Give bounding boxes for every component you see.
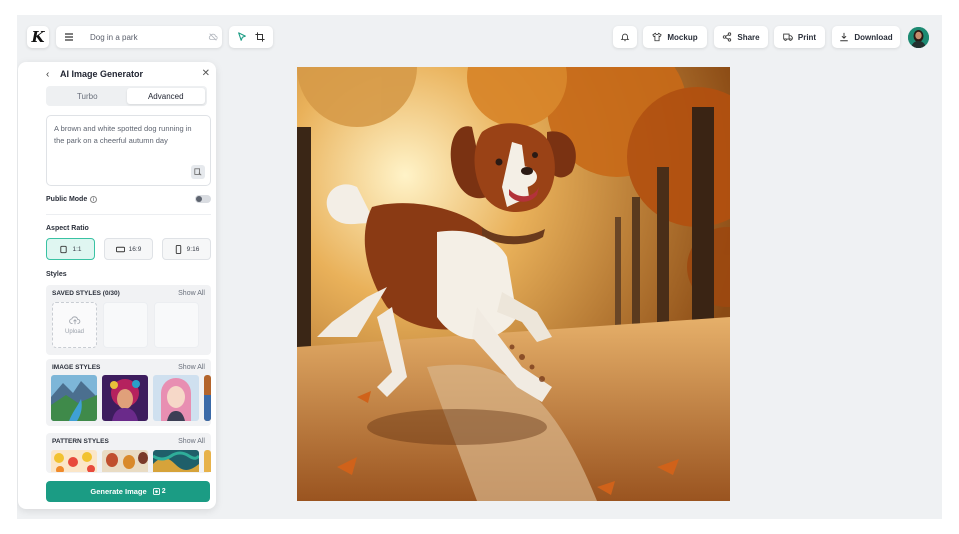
pattern-styles-title: PATTERN STYLES — [52, 438, 109, 445]
image-styles-title: IMAGE STYLES — [52, 364, 101, 371]
panel-header: ‹ AI Image Generator ✕ — [18, 62, 216, 86]
pattern-thumb-balloons[interactable] — [102, 450, 148, 472]
document-bar: Dog in a park — [56, 26, 222, 48]
enhance-prompt-icon[interactable] — [191, 165, 205, 179]
mode-tabs: Turbo Advanced — [46, 86, 207, 106]
style-slot — [154, 302, 199, 348]
print-button[interactable]: Print — [774, 26, 825, 48]
public-mode-label: Public Mode — [46, 196, 88, 203]
share-label: Share — [737, 32, 760, 42]
app-frame: K Dog in a park Mockup Share Print Downl… — [17, 15, 942, 519]
prompt-text: A brown and white spotted dog running in… — [54, 124, 192, 145]
tab-advanced[interactable]: Advanced — [126, 88, 205, 104]
image-styles-show-all[interactable]: Show All — [178, 364, 205, 371]
saved-styles-title: SAVED STYLES (0/30) — [52, 290, 120, 297]
notifications-button[interactable] — [613, 26, 637, 48]
canvas-tools — [229, 26, 273, 48]
aspect-ratio-label-16-9: 16:9 — [128, 245, 142, 253]
upload-style-button[interactable]: Upload — [52, 302, 97, 348]
aspect-ratio-1-1[interactable]: 1:1 — [46, 238, 95, 260]
upload-label: Upload — [64, 329, 84, 335]
aspect-ratio-label-1-1: 1:1 — [72, 245, 82, 253]
credits-icon — [152, 488, 160, 495]
pattern-thumb-tropical[interactable] — [153, 450, 199, 472]
share-icon — [723, 32, 732, 42]
aspect-ratio-9-16[interactable]: 9:16 — [162, 238, 211, 260]
saved-styles-show-all[interactable]: Show All — [178, 290, 205, 297]
ai-generator-panel: ‹ AI Image Generator ✕ Turbo Advanced A … — [18, 62, 216, 509]
generated-image[interactable] — [297, 67, 730, 501]
upload-cloud-icon — [68, 316, 80, 325]
credit-cost-value: 2 — [161, 488, 166, 495]
truck-icon — [783, 33, 793, 41]
tshirt-icon — [652, 32, 663, 42]
user-avatar[interactable] — [908, 27, 929, 48]
info-icon[interactable]: i — [90, 196, 98, 203]
bell-icon — [620, 33, 630, 42]
style-thumb-landscape[interactable] — [51, 375, 97, 421]
generate-image-label: Generate Image — [90, 487, 147, 496]
download-label: Download — [854, 32, 893, 42]
cloud-off-icon — [204, 32, 222, 42]
style-thumb-portrait[interactable] — [102, 375, 148, 421]
pattern-styles-section: PATTERN STYLES Show All — [46, 433, 211, 473]
print-label: Print — [797, 32, 817, 42]
tab-turbo[interactable]: Turbo — [48, 88, 127, 104]
image-styles-section: IMAGE STYLES Show All — [46, 359, 211, 426]
saved-styles-section: SAVED STYLES (0/30) Show All Upload — [46, 285, 211, 355]
close-icon[interactable]: ✕ — [202, 68, 210, 79]
public-mode-row: Public Mode i — [46, 195, 211, 203]
back-icon[interactable]: ‹ — [46, 69, 56, 80]
document-name-input[interactable]: Dog in a park — [90, 33, 204, 42]
app-logo[interactable]: K — [27, 26, 49, 48]
pattern-styles-show-all[interactable]: Show All — [178, 438, 205, 445]
cursor-icon[interactable] — [234, 29, 250, 45]
pattern-thumb-emoji[interactable] — [51, 450, 97, 472]
crop-icon[interactable] — [252, 29, 268, 45]
aspect-ratio-label: Aspect Ratio — [46, 225, 89, 232]
mockup-label: Mockup — [667, 32, 698, 42]
public-mode-toggle[interactable] — [195, 195, 211, 203]
menu-icon[interactable] — [56, 31, 82, 43]
mockup-button[interactable]: Mockup — [643, 26, 707, 48]
pattern-thumb-partial[interactable] — [204, 450, 211, 472]
divider — [46, 214, 211, 215]
aspect-ratio-label-9-16: 9:16 — [186, 245, 200, 253]
generate-image-button[interactable]: Generate Image 2 — [46, 481, 210, 502]
download-icon — [840, 32, 849, 42]
share-button[interactable]: Share — [714, 26, 768, 48]
style-slot — [103, 302, 148, 348]
style-thumb-anime[interactable] — [153, 375, 199, 421]
panel-title: AI Image Generator — [60, 69, 144, 79]
prompt-textarea[interactable]: A brown and white spotted dog running in… — [46, 115, 211, 186]
aspect-ratio-16-9[interactable]: 16:9 — [104, 238, 153, 260]
style-thumb-partial[interactable] — [204, 375, 211, 421]
credit-cost: 2 — [152, 488, 166, 495]
download-button[interactable]: Download — [832, 26, 900, 48]
styles-label: Styles — [46, 271, 67, 278]
